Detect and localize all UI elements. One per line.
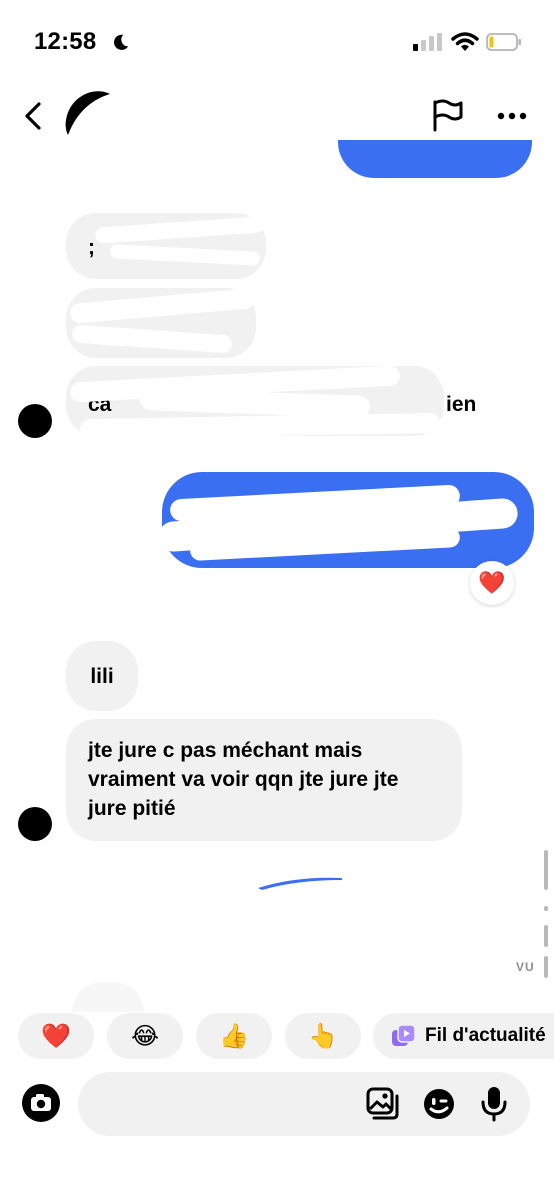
outgoing-message-partial[interactable] bbox=[338, 140, 532, 178]
outgoing-message-partial[interactable] bbox=[256, 874, 344, 890]
incoming-message[interactable]: jte jure c pas méchant mais vraiment va … bbox=[66, 719, 462, 841]
heart-icon: ❤️ bbox=[41, 1022, 71, 1050]
laughing-face-icon: 😂 bbox=[130, 1022, 160, 1050]
camera-button[interactable] bbox=[22, 1084, 60, 1122]
battery-icon bbox=[486, 33, 521, 51]
message-text: lili bbox=[90, 665, 114, 688]
heart-icon: ❤️ bbox=[478, 570, 506, 595]
incoming-message-partial bbox=[72, 982, 144, 1012]
quick-reply-laughing[interactable]: 😂 bbox=[107, 1013, 183, 1059]
scroll-indicator bbox=[544, 906, 548, 911]
scroll-indicator bbox=[544, 850, 548, 890]
quick-reply-pointing[interactable]: 👆 bbox=[285, 1013, 361, 1059]
seen-indicator: VU bbox=[516, 960, 535, 974]
wifi-icon bbox=[451, 32, 479, 51]
gallery-icon[interactable] bbox=[366, 1087, 400, 1121]
flag-icon[interactable] bbox=[430, 98, 464, 132]
avatar[interactable] bbox=[64, 90, 110, 136]
heart-reaction[interactable]: ❤️ bbox=[470, 561, 514, 605]
moon-icon bbox=[114, 34, 129, 50]
sender-avatar[interactable] bbox=[18, 404, 52, 438]
message-text: ; bbox=[88, 236, 95, 259]
sticker-icon[interactable] bbox=[422, 1087, 456, 1121]
incoming-message[interactable]: lili bbox=[66, 641, 138, 711]
scroll-indicator bbox=[544, 956, 548, 978]
pointing-up-icon: 👆 bbox=[308, 1022, 338, 1050]
thumbs-up-icon: 👍 bbox=[219, 1022, 249, 1050]
signal-icon bbox=[413, 33, 442, 51]
microphone-icon[interactable] bbox=[480, 1085, 508, 1123]
message-text: ien bbox=[446, 393, 477, 416]
camera-icon bbox=[31, 1094, 51, 1111]
chevron-left-icon[interactable] bbox=[22, 100, 44, 132]
feed-chip-label: Fil d'actualité bbox=[425, 1025, 546, 1046]
status-time: 12:58 bbox=[34, 28, 97, 55]
feed-chip[interactable]: Fil d'actualité bbox=[373, 1013, 554, 1059]
message-text: jte jure c pas méchant mais vraiment va … bbox=[88, 739, 399, 820]
scroll-indicator bbox=[544, 925, 548, 947]
quick-reply-thumbs-up[interactable]: 👍 bbox=[196, 1013, 272, 1059]
sender-avatar[interactable] bbox=[18, 807, 52, 841]
quick-reply-heart[interactable]: ❤️ bbox=[18, 1013, 94, 1059]
message-input-bar[interactable] bbox=[78, 1072, 530, 1138]
feed-icon bbox=[392, 1024, 416, 1046]
message-input[interactable] bbox=[98, 1072, 372, 1138]
more-icon[interactable] bbox=[496, 111, 528, 121]
